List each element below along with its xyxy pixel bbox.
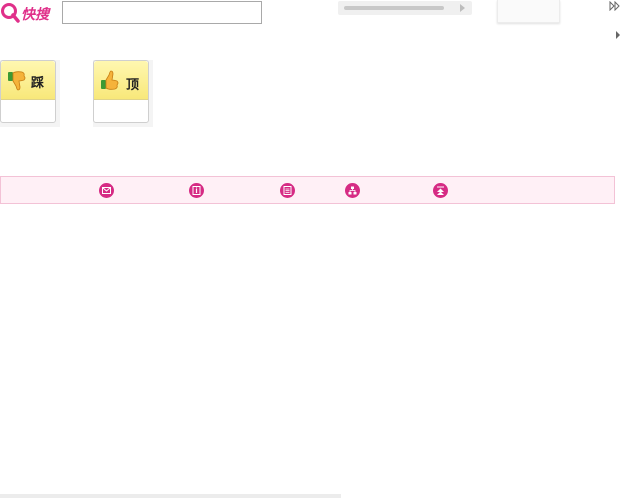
mail-icon[interactable] (99, 183, 114, 198)
info-icon[interactable] (189, 183, 204, 198)
dislike-vote[interactable]: 踩 (0, 60, 60, 127)
quick-search-input[interactable] (62, 1, 262, 24)
like-card[interactable]: 顶 (93, 60, 149, 123)
magnifier-icon (1, 3, 20, 23)
tab-box[interactable] (497, 0, 560, 23)
sitemap-icon[interactable] (345, 183, 360, 198)
like-vote[interactable]: 顶 (93, 60, 153, 127)
scroll-slider[interactable] (338, 1, 472, 15)
like-header[interactable]: 顶 (94, 61, 148, 100)
dislike-header[interactable]: 踩 (1, 61, 55, 100)
like-label: 顶 (126, 78, 140, 93)
back-to-top-icon[interactable] (433, 183, 448, 198)
thumbs-up-icon (101, 70, 119, 90)
bottom-scrollbar[interactable] (0, 494, 341, 498)
dislike-card[interactable]: 踩 (0, 60, 56, 123)
play-icon[interactable] (616, 31, 620, 39)
quick-search-label: 快搜 (21, 7, 49, 23)
list-icon[interactable] (280, 183, 295, 198)
slider-right-arrow-icon[interactable] (460, 4, 465, 12)
thumbs-down-icon (8, 71, 26, 91)
dislike-label: 踩 (31, 76, 45, 91)
slider-handle[interactable] (344, 6, 444, 10)
bottom-toolbar (0, 176, 615, 204)
fast-forward-icon[interactable] (609, 1, 621, 11)
